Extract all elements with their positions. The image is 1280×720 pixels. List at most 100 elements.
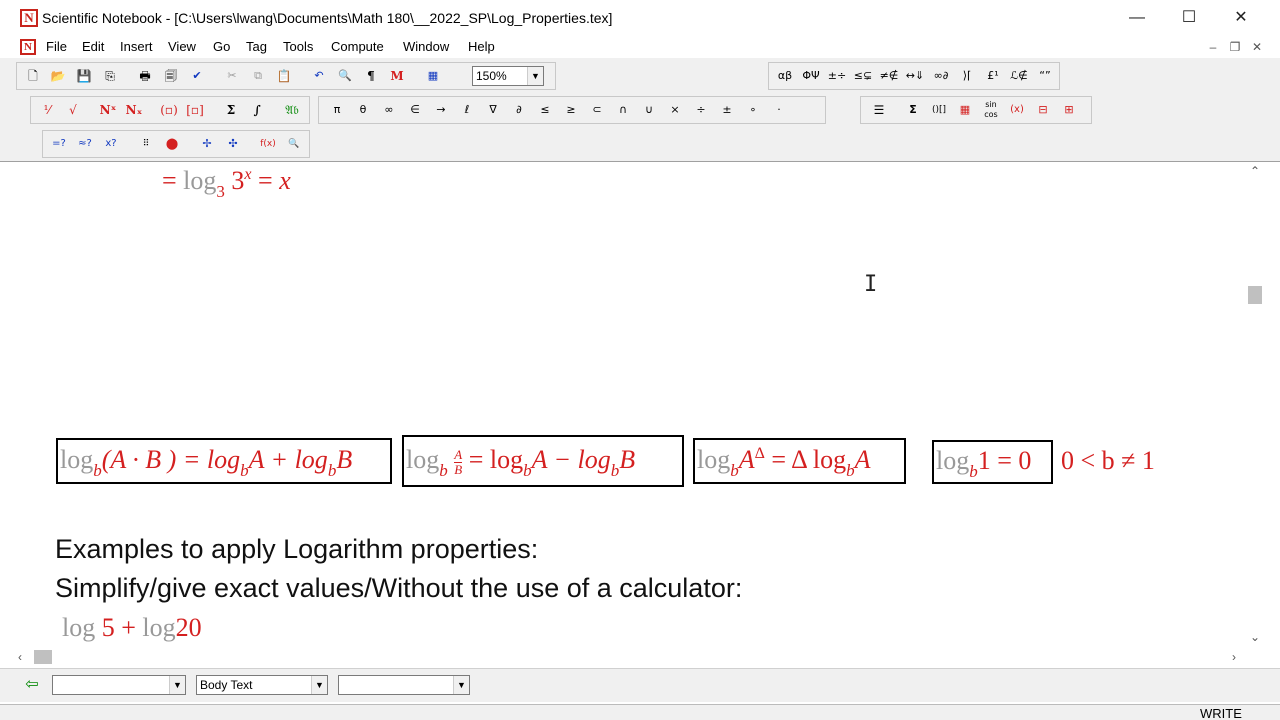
math-toggle-icon[interactable]: M xyxy=(386,65,408,87)
scroll-right-icon[interactable]: › xyxy=(1232,650,1236,664)
paste-icon[interactable]: 📋 xyxy=(273,65,295,87)
menu-view[interactable]: View xyxy=(168,39,196,54)
radical-template-icon[interactable]: √ xyxy=(62,99,84,121)
brackets-template-icon[interactable]: (▫) xyxy=(158,99,180,121)
subset-symbol-button[interactable]: ⊂ xyxy=(586,99,608,121)
ell-symbol-button[interactable]: ℓ xyxy=(456,99,478,121)
element-of-symbol-button[interactable]: ∈ xyxy=(404,99,426,121)
define-function-icon[interactable]: f(x) xyxy=(257,133,279,155)
nabla-symbol-button[interactable]: ∇ xyxy=(482,99,504,121)
matrix-compute-icon[interactable]: ⠿ xyxy=(135,133,157,155)
horizontal-scroll-thumb[interactable] xyxy=(34,650,52,664)
binary-ops-panel-icon[interactable]: ±÷ xyxy=(826,65,848,87)
divide-symbol-button[interactable]: ÷ xyxy=(690,99,712,121)
superscript-template-icon[interactable]: Nˣ xyxy=(97,99,119,121)
find-icon[interactable]: 🔍 xyxy=(334,65,356,87)
geq-symbol-button[interactable]: ≥ xyxy=(560,99,582,121)
undo-icon[interactable]: ↶ xyxy=(308,65,330,87)
maximize-button[interactable]: ☐ xyxy=(1162,0,1216,36)
delimiter-template-icon[interactable]: ()[] xyxy=(928,99,950,121)
menu-window[interactable]: Window xyxy=(403,39,449,54)
union-symbol-button[interactable]: ∪ xyxy=(638,99,660,121)
greek-upper-panel-icon[interactable]: ΦΨ xyxy=(800,65,822,87)
plot-3d-icon[interactable]: ✣ xyxy=(222,133,244,155)
math-name-icon[interactable]: (x) xyxy=(1006,99,1028,121)
scroll-down-icon[interactable]: ⌄ xyxy=(1250,630,1260,644)
document-area[interactable]: = log3 3x = x logb(A · B ) = logbA + log… xyxy=(14,162,1244,648)
close-button[interactable]: ✕ xyxy=(1214,0,1268,36)
open-folder-icon[interactable]: 📂 xyxy=(47,65,69,87)
section-tag-select[interactable]: ▼ xyxy=(52,675,186,695)
pi-symbol-button[interactable]: π xyxy=(326,99,348,121)
mdi-close-button[interactable]: ✕ xyxy=(1248,38,1266,56)
partial-symbol-button[interactable]: ∂ xyxy=(508,99,530,121)
menu-compute[interactable]: Compute xyxy=(331,39,384,54)
mdi-restore-button[interactable]: ❐ xyxy=(1226,38,1244,56)
scroll-left-icon[interactable]: ‹ xyxy=(18,650,22,664)
paragraph-tag-select[interactable]: Body Text ▼ xyxy=(196,675,328,695)
latin-panel-icon[interactable]: £¹ xyxy=(982,65,1004,87)
integral-template-icon[interactable]: ∫ xyxy=(246,99,268,121)
fraktur-template-icon[interactable]: 𝔄𝔟 xyxy=(281,99,303,121)
menu-tools[interactable]: Tools xyxy=(283,39,313,54)
negated-relations-panel-icon[interactable]: ≠∉ xyxy=(878,65,900,87)
operator-template-icon[interactable]: Σ xyxy=(902,99,924,121)
vertical-scroll-thumb[interactable] xyxy=(1248,286,1262,304)
sum-template-icon[interactable]: Σ xyxy=(220,99,242,121)
show-definitions-icon[interactable]: 🔍 xyxy=(283,133,305,155)
misc-symbols-panel-icon[interactable]: ∞∂ xyxy=(930,65,952,87)
intersection-symbol-button[interactable]: ∩ xyxy=(612,99,634,121)
times-symbol-button[interactable]: × xyxy=(664,99,686,121)
minimize-button[interactable]: — xyxy=(1110,0,1164,36)
table-icon[interactable]: ▦ xyxy=(422,65,444,87)
simplify-icon[interactable]: x? xyxy=(100,133,122,155)
right-arrow-symbol-button[interactable]: → xyxy=(430,99,452,121)
evaluate-numeric-icon[interactable]: ≈? xyxy=(74,133,96,155)
print-preview-icon[interactable]: 🗐 xyxy=(160,65,182,87)
function-name-icon[interactable]: sin cos xyxy=(980,99,1002,121)
relations-panel-icon[interactable]: ≤⊊ xyxy=(852,65,874,87)
stop-compute-icon[interactable]: ⬤ xyxy=(161,133,183,155)
matrix-template-icon[interactable]: [▫] xyxy=(184,99,206,121)
script-panel-icon[interactable]: ℒ∉ xyxy=(1008,65,1030,87)
scroll-up-icon[interactable]: ⌃ xyxy=(1250,164,1260,178)
print-icon[interactable]: 🖶 xyxy=(134,65,156,87)
dot-symbol-button[interactable]: · xyxy=(768,99,790,121)
vertical-scrollbar[interactable] xyxy=(1244,162,1266,648)
new-file-icon[interactable]: 🗋 xyxy=(22,65,44,87)
plus-minus-symbol-button[interactable]: ± xyxy=(716,99,738,121)
copy-icon[interactable]: ⧉ xyxy=(247,65,269,87)
text-tag-select[interactable]: ▼ xyxy=(338,675,470,695)
subscript-template-icon[interactable]: Nₓ xyxy=(123,99,145,121)
menu-edit[interactable]: Edit xyxy=(82,39,104,54)
remove-tag-icon[interactable]: ⇦ xyxy=(20,675,44,695)
matrix-grid-icon[interactable]: ▦ xyxy=(954,99,976,121)
document-menu-icon[interactable]: N xyxy=(20,39,36,55)
plot-2d-icon[interactable]: ✢ xyxy=(196,133,218,155)
spell-check-icon[interactable]: ✔ xyxy=(186,65,208,87)
greek-lower-panel-icon[interactable]: αβ xyxy=(774,65,796,87)
quotes-panel-icon[interactable]: “” xyxy=(1034,65,1056,87)
compose-symbol-button[interactable]: ∘ xyxy=(742,99,764,121)
infinity-symbol-button[interactable]: ∞ xyxy=(378,99,400,121)
pilcrow-icon[interactable]: ¶ xyxy=(360,65,382,87)
horizontal-scrollbar[interactable] xyxy=(14,648,1244,666)
menu-insert[interactable]: Insert xyxy=(120,39,153,54)
above-below-icon[interactable]: ⊟ xyxy=(1032,99,1054,121)
delimiters-panel-icon[interactable]: ⟩⌈ xyxy=(956,65,978,87)
save-icon[interactable]: 💾 xyxy=(73,65,95,87)
zoom-select[interactable]: 150% ▼ xyxy=(472,66,544,86)
menu-help[interactable]: Help xyxy=(468,39,495,54)
leq-symbol-button[interactable]: ≤ xyxy=(534,99,556,121)
menu-go[interactable]: Go xyxy=(213,39,230,54)
mdi-minimize-button[interactable]: – xyxy=(1204,38,1222,56)
evaluate-icon[interactable]: =? xyxy=(48,133,70,155)
cut-icon[interactable]: ✂ xyxy=(221,65,243,87)
display-icon[interactable]: ☰ xyxy=(868,99,890,121)
menu-file[interactable]: File xyxy=(46,39,67,54)
save-all-icon[interactable]: ⎘ xyxy=(99,65,121,87)
menu-tag[interactable]: Tag xyxy=(246,39,267,54)
spacing-icon[interactable]: ⊞ xyxy=(1058,99,1080,121)
arrows-panel-icon[interactable]: ↔⇓ xyxy=(904,65,926,87)
fraction-template-icon[interactable]: ⅟ xyxy=(36,99,58,121)
